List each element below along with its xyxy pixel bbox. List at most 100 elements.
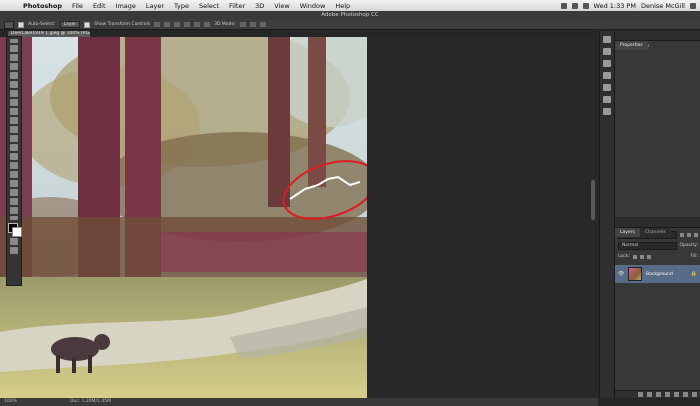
delete-layer-icon[interactable]: [692, 392, 697, 397]
adjustment-layer-icon[interactable]: [665, 392, 670, 397]
menubar-user[interactable]: Denise McGill: [641, 2, 685, 10]
layer-thumbnail: [628, 267, 642, 281]
menubar-clock[interactable]: Wed 1:33 PM: [594, 2, 636, 10]
quick-select-tool-icon[interactable]: [10, 63, 18, 70]
crop-tool-icon[interactable]: [10, 72, 18, 79]
filter-adjust-icon[interactable]: [687, 232, 691, 237]
visibility-eye-icon[interactable]: 👁: [618, 271, 624, 277]
history-brush-tool-icon[interactable]: [10, 117, 18, 124]
screen-mode-icon[interactable]: [10, 247, 18, 254]
hand-tool-icon[interactable]: [10, 198, 18, 205]
document-size[interactable]: Doc: 1.20M/1.45M: [70, 398, 111, 406]
eraser-tool-icon[interactable]: [10, 126, 18, 133]
menu-3d[interactable]: 3D: [250, 2, 269, 10]
new-layer-icon[interactable]: [683, 392, 688, 397]
search-icon[interactable]: [690, 2, 696, 9]
dodge-tool-icon[interactable]: [10, 153, 18, 160]
show-transform-checkbox[interactable]: [84, 21, 91, 28]
brush-tool-icon[interactable]: [10, 99, 18, 106]
align-bottom-icon[interactable]: [174, 22, 181, 27]
filter-type-icon[interactable]: [694, 232, 698, 237]
lasso-tool-icon[interactable]: [10, 54, 18, 61]
layer-style-icon[interactable]: [647, 392, 652, 397]
align-center-icon[interactable]: [194, 22, 201, 27]
blur-tool-icon[interactable]: [10, 144, 18, 151]
lock-row: Lock: Fill:: [618, 252, 698, 261]
zoom-level[interactable]: 100%: [4, 398, 17, 406]
align-left-icon[interactable]: [184, 22, 191, 27]
menu-edit[interactable]: Edit: [88, 2, 111, 10]
layer-name[interactable]: Background: [646, 272, 673, 277]
volume-icon[interactable]: [571, 2, 578, 9]
align-top-icon[interactable]: [154, 22, 161, 27]
photo-canvas[interactable]: [0, 37, 367, 398]
move-tool-icon[interactable]: [10, 39, 18, 43]
show-transform-label: Show Transform Controls: [94, 22, 151, 27]
info-panel-icon[interactable]: [603, 60, 611, 67]
brush-panel-icon[interactable]: [603, 96, 611, 103]
character-panel-icon[interactable]: [603, 72, 611, 79]
lock-position-icon[interactable]: [639, 254, 644, 259]
lock-all-icon[interactable]: [646, 254, 651, 259]
type-tool-icon[interactable]: [10, 171, 18, 178]
deer-lake-photo: [0, 37, 367, 398]
path-select-tool-icon[interactable]: [10, 180, 18, 187]
layers-footer: [615, 390, 700, 398]
paragraph-panel-icon[interactable]: [603, 84, 611, 91]
quick-mask-icon[interactable]: [10, 238, 18, 245]
menu-view[interactable]: View: [269, 2, 294, 10]
link-layers-icon[interactable]: [638, 392, 643, 397]
menu-window[interactable]: Window: [295, 2, 331, 10]
opacity-label: Opacity:: [679, 243, 699, 248]
actions-panel-icon[interactable]: [603, 48, 611, 55]
wifi-icon[interactable]: [560, 2, 567, 9]
shape-tool-icon[interactable]: [10, 189, 18, 196]
tab-properties[interactable]: Properties: [615, 41, 648, 50]
add-mask-icon[interactable]: [656, 392, 661, 397]
3d-orbit-icon[interactable]: [239, 22, 246, 27]
filter-pixel-icon[interactable]: [680, 232, 684, 237]
auto-select-checkbox[interactable]: [18, 21, 24, 28]
auto-select-dropdown[interactable]: Layer: [59, 21, 81, 28]
layers-panel: LayersChannels Kind Normal Opacity: Lock…: [614, 218, 700, 398]
menu-type[interactable]: Type: [169, 2, 194, 10]
options-bar: Auto-Select: Layer Show Transform Contro…: [0, 20, 700, 30]
battery-icon[interactable]: [582, 2, 589, 9]
menu-help[interactable]: Help: [330, 2, 355, 10]
zoom-tool-icon[interactable]: [10, 207, 18, 214]
lock-pixels-icon[interactable]: [632, 254, 637, 259]
history-panel-icon[interactable]: [603, 36, 611, 43]
tab-channels[interactable]: Channels: [639, 228, 671, 237]
menu-image[interactable]: Image: [111, 2, 141, 10]
blend-row: Normal Opacity:: [618, 241, 698, 250]
more-tools-icon[interactable]: [10, 216, 18, 220]
color-swatches[interactable]: [8, 223, 22, 237]
menubar-status-area: Wed 1:33 PM Denise McGill: [560, 2, 700, 10]
layer-row-background[interactable]: 👁 Background 🔒: [615, 265, 700, 283]
menu-select[interactable]: Select: [194, 2, 224, 10]
blend-mode-dropdown[interactable]: Normal: [618, 241, 677, 250]
gradient-tool-icon[interactable]: [10, 135, 18, 142]
3d-pan-icon[interactable]: [259, 22, 266, 27]
menu-photoshop[interactable]: Photoshop: [18, 2, 67, 10]
pen-tool-icon[interactable]: [10, 162, 18, 169]
marquee-tool-icon[interactable]: [10, 45, 18, 52]
menu-layer[interactable]: Layer: [141, 2, 169, 10]
clone-stamp-tool-icon[interactable]: [10, 108, 18, 115]
properties-tab-bar: Properties: [615, 31, 700, 50]
move-tool-icon[interactable]: [4, 20, 14, 29]
3d-roll-icon[interactable]: [249, 22, 256, 27]
align-right-icon[interactable]: [204, 22, 211, 27]
align-middle-icon[interactable]: [164, 22, 171, 27]
tool-presets-icon[interactable]: [603, 108, 611, 115]
eyedropper-tool-icon[interactable]: [10, 81, 18, 88]
background-color-swatch[interactable]: [12, 227, 22, 237]
auto-select-label: Auto-Select:: [28, 22, 56, 27]
tools-panel: [6, 36, 22, 286]
tab-layers[interactable]: Layers: [615, 228, 640, 237]
spot-healing-tool-icon[interactable]: [10, 90, 18, 97]
menu-file[interactable]: File: [67, 2, 88, 10]
new-group-icon[interactable]: [674, 392, 679, 397]
vertical-scrollbar[interactable]: [591, 180, 595, 220]
menu-filter[interactable]: Filter: [224, 2, 250, 10]
